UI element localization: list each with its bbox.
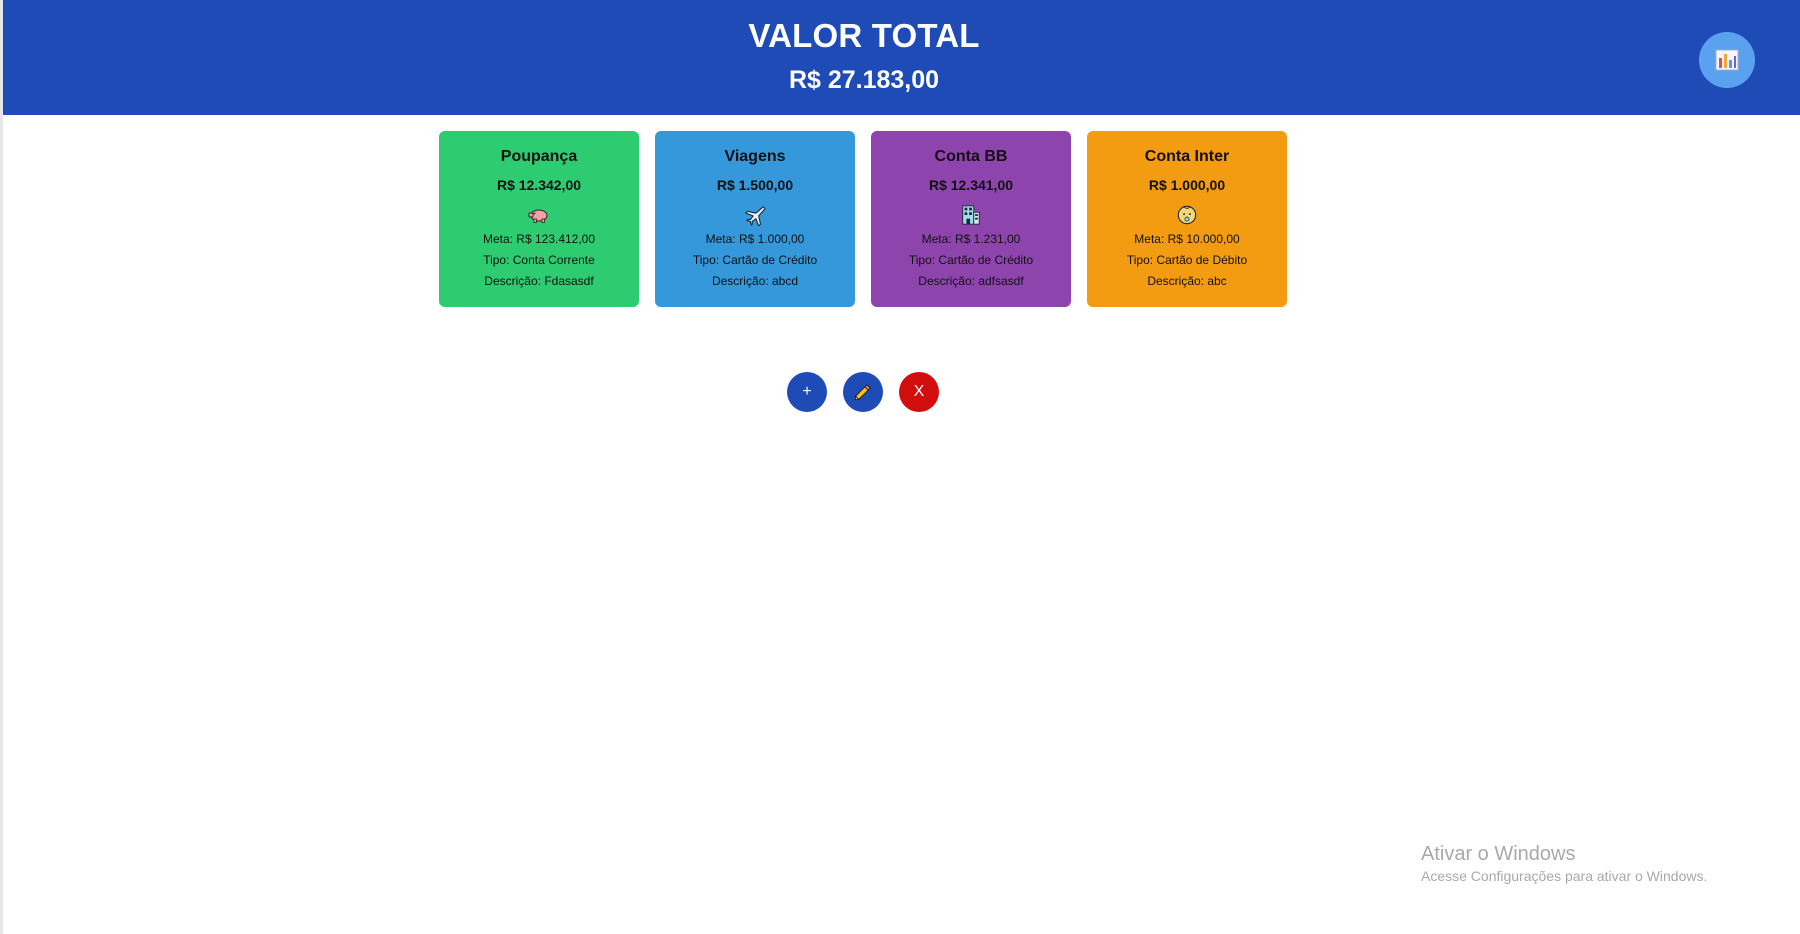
bar-chart-icon [1715, 49, 1739, 71]
account-cards: Poupança R$ 12.342,00 Meta: R$ 123.412,0… [439, 131, 1287, 307]
account-goal: Meta: R$ 10.000,00 [1134, 232, 1240, 246]
account-card-conta-bb[interactable]: Conta BB R$ 12.341,00 Meta: R$ 1.231,00 … [871, 131, 1071, 307]
total-header: VALOR TOTAL R$ 27.183,00 [3, 0, 1800, 115]
account-description: Descrição: abc [1147, 274, 1227, 288]
account-balance: R$ 1.000,00 [1148, 177, 1226, 193]
account-balance: R$ 1.500,00 [716, 177, 794, 193]
account-description: Descrição: abcd [711, 274, 799, 288]
account-type: Tipo: Cartão de Crédito [908, 253, 1034, 267]
baby-face-icon [1175, 203, 1199, 227]
left-border [0, 0, 3, 934]
page: VALOR TOTAL R$ 27.183,00 Poupança R$ 12.… [0, 0, 1800, 934]
account-name: Poupança [500, 148, 578, 165]
account-card-viagens[interactable]: Viagens R$ 1.500,00 Meta: R$ 1.000,00 Ti… [655, 131, 855, 307]
watermark-subtitle: Acesse Configurações para ativar o Windo… [1421, 868, 1708, 884]
account-description: Descrição: Fdasasdf [484, 274, 594, 288]
account-type: Tipo: Cartão de Débito [1126, 253, 1248, 267]
pig-icon [527, 203, 551, 227]
account-name: Conta Inter [1144, 148, 1230, 165]
delete-label: X [913, 383, 925, 400]
add-account-button[interactable]: + [787, 372, 827, 412]
action-buttons: + X [787, 372, 939, 412]
account-goal: Meta: R$ 123.412,00 [482, 232, 596, 246]
account-card-conta-inter[interactable]: Conta Inter R$ 1.000,00 Meta: R$ 10.000,… [1087, 131, 1287, 307]
account-card-poupanca[interactable]: Poupança R$ 12.342,00 Meta: R$ 123.412,0… [439, 131, 639, 307]
account-type: Tipo: Conta Corrente [483, 253, 595, 267]
account-description: Descrição: adfsasdf [918, 274, 1024, 288]
bank-building-icon [959, 203, 983, 227]
account-balance: R$ 12.342,00 [496, 177, 582, 193]
chart-button[interactable] [1699, 32, 1755, 88]
edit-account-button[interactable] [843, 372, 883, 412]
total-title: VALOR TOTAL [748, 17, 980, 54]
account-name: Viagens [724, 148, 786, 165]
pencil-icon [854, 384, 871, 401]
account-type: Tipo: Cartão de Crédito [692, 253, 818, 267]
account-balance: R$ 12.341,00 [928, 177, 1014, 193]
account-goal: Meta: R$ 1.000,00 [705, 232, 805, 246]
account-name: Conta BB [934, 148, 1008, 165]
watermark-title: Ativar o Windows [1421, 843, 1576, 865]
windows-activation-watermark: Ativar o Windows Acesse Configurações pa… [1421, 842, 1707, 884]
delete-account-button[interactable]: X [899, 372, 939, 412]
airplane-icon [743, 203, 767, 227]
add-label: + [802, 383, 812, 400]
total-value: R$ 27.183,00 [788, 66, 940, 94]
account-goal: Meta: R$ 1.231,00 [921, 232, 1021, 246]
